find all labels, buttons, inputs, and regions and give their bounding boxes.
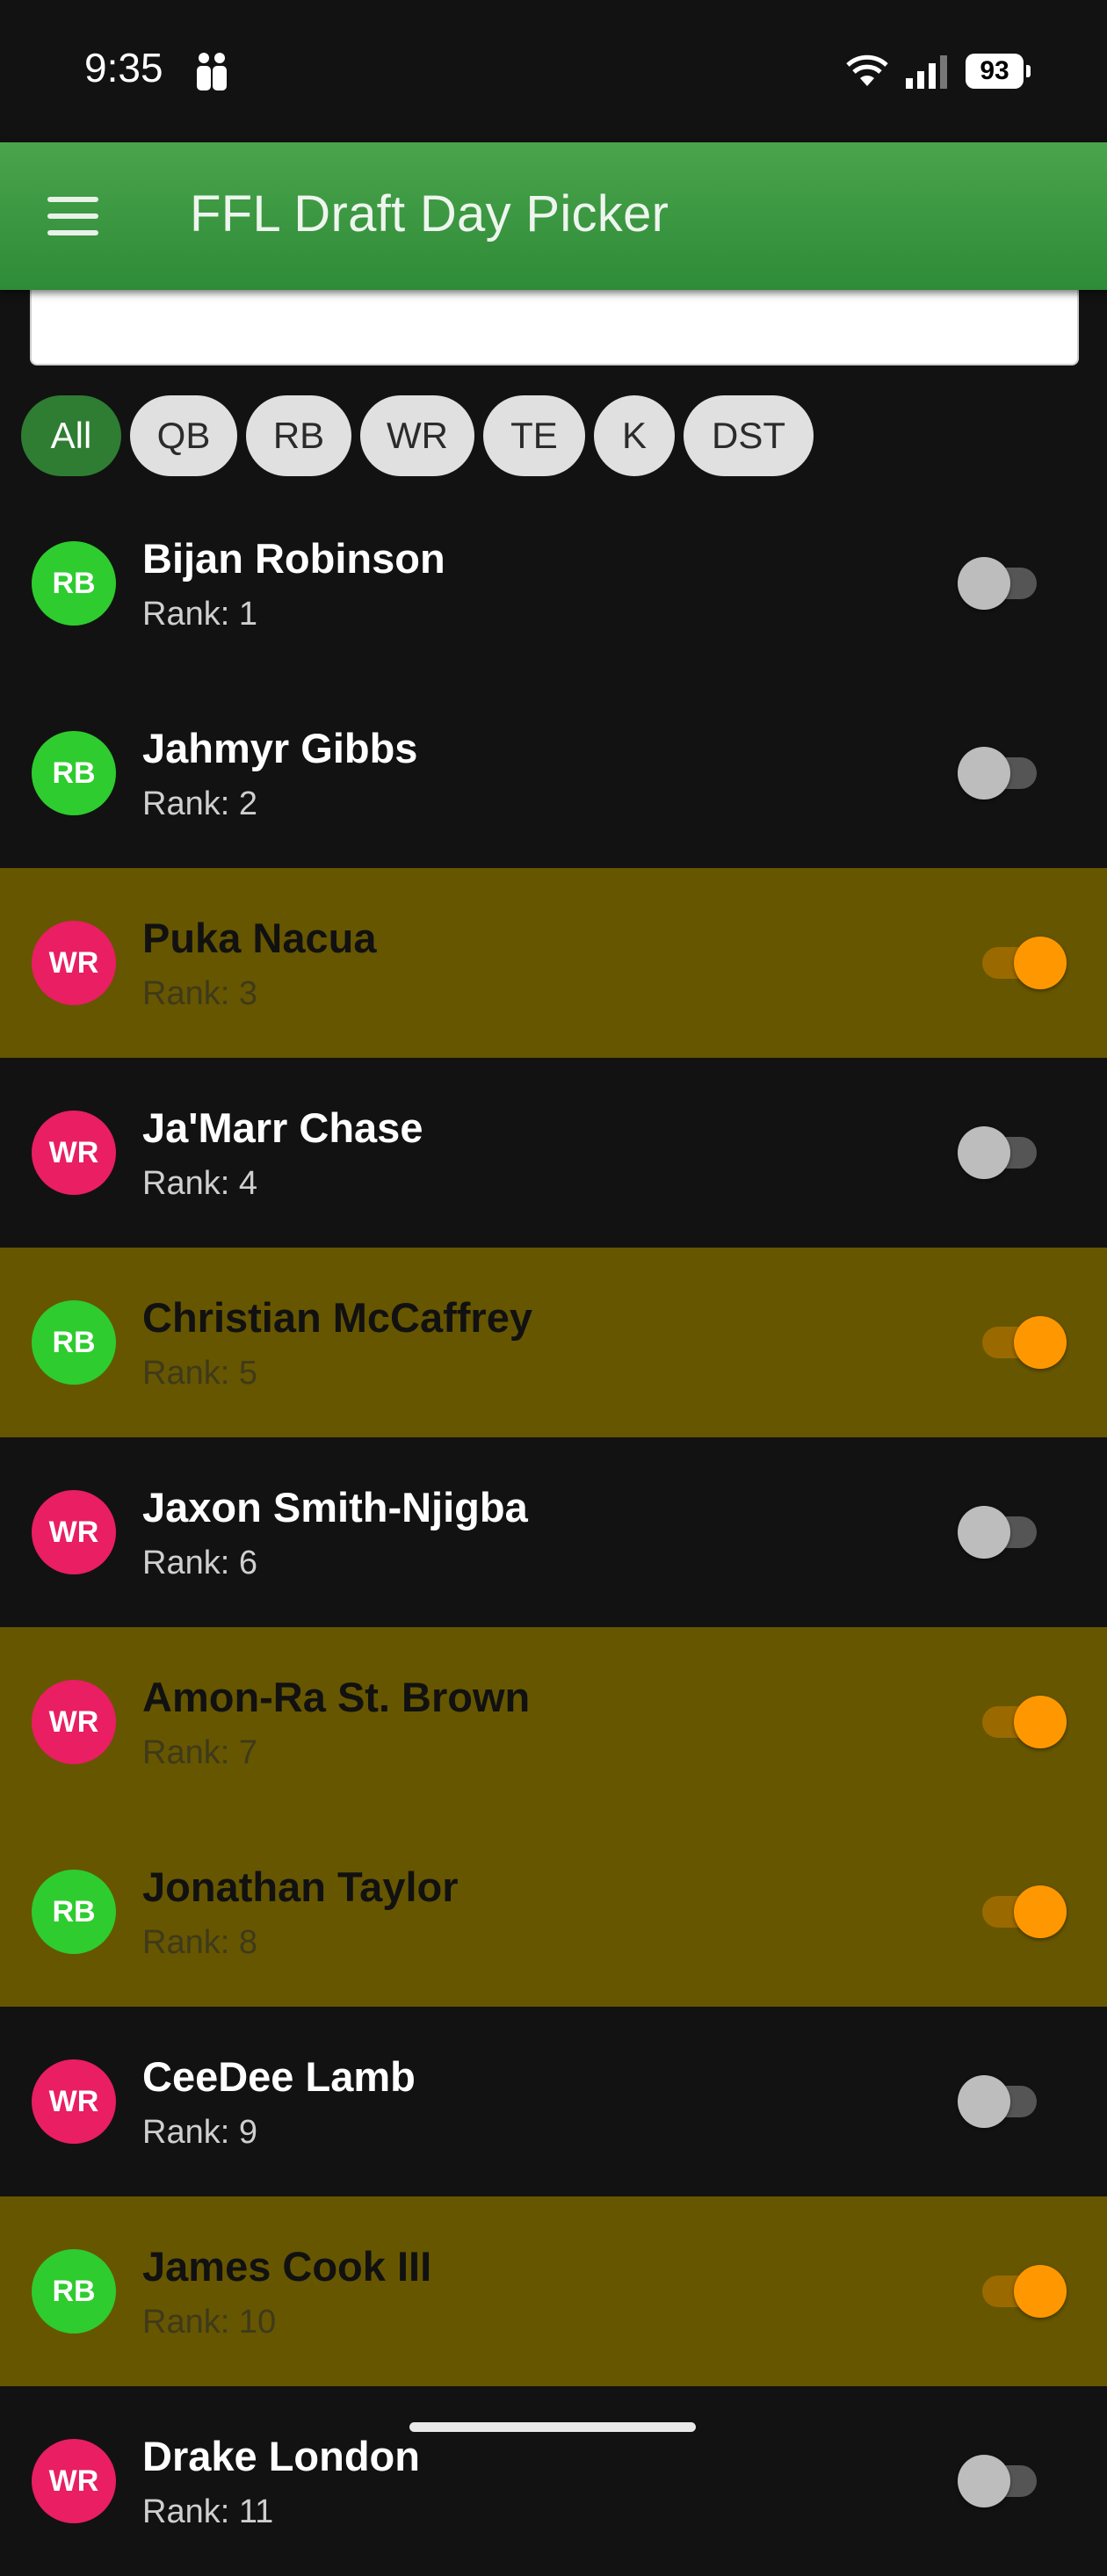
player-name: CeeDee Lamb [142,2053,416,2100]
player-name: Drake London [142,2433,420,2479]
player-row[interactable]: WR Ja'Marr Chase Rank: 4 [0,1058,1107,1248]
player-name: Amon-Ra St. Brown [142,1674,531,1720]
filter-chip-te[interactable]: TE [483,395,585,476]
player-row[interactable]: RB James Cook III Rank: 10 [0,2196,1107,2386]
filter-chip-dst[interactable]: DST [684,395,814,476]
player-rank: Rank: 1 [142,596,257,633]
wifi-icon [846,54,888,86]
drafted-toggle[interactable] [958,1506,1046,1559]
player-name: Ja'Marr Chase [142,1104,423,1151]
player-rank: Rank: 10 [142,2304,277,2341]
player-row[interactable]: WR CeeDee Lamb Rank: 9 [0,2007,1107,2196]
player-name: Christian McCaffrey [142,1294,532,1341]
drafted-toggle[interactable] [958,747,1046,800]
position-badge: WR [32,2059,116,2144]
player-name: Jahmyr Gibbs [142,725,418,771]
signal-icon [906,55,947,89]
position-badge: RB [32,1300,116,1385]
player-name: Jaxon Smith-Njigba [142,1484,528,1530]
status-icons: 93 [846,49,1031,93]
app-title: FFL Draft Day Picker [190,185,669,242]
player-rank: Rank: 3 [142,975,257,1012]
filter-chip-k[interactable]: K [594,395,675,476]
position-badge: WR [32,1680,116,1764]
position-badge: RB [32,541,116,626]
filter-chip-rb[interactable]: RB [246,395,351,476]
player-row[interactable]: WR Drake London Rank: 11 [0,2386,1107,2576]
player-name: Jonathan Taylor [142,1863,459,1910]
player-row[interactable]: RB Bijan Robinson Rank: 1 [0,488,1107,678]
player-rank: Rank: 6 [142,1545,257,1581]
status-time: 9:35 [84,45,163,90]
player-name: James Cook III [142,2243,432,2290]
battery-icon: 93 [966,54,1031,89]
position-badge: WR [32,921,116,1005]
player-row[interactable]: RB Christian McCaffrey Rank: 5 [0,1248,1107,1437]
player-rank: Rank: 8 [142,1924,257,1961]
player-row[interactable]: WR Puka Nacua Rank: 3 [0,868,1107,1058]
drafted-toggle[interactable] [958,2075,1046,2128]
player-rank: Rank: 9 [142,2114,257,2151]
player-rank: Rank: 5 [142,1355,257,1392]
drafted-toggle[interactable] [958,1316,1067,1369]
position-badge: WR [32,2439,116,2523]
position-badge: RB [32,731,116,815]
app-bar: FFL Draft Day Picker [0,142,1107,290]
player-rank: Rank: 11 [142,2493,274,2530]
drafted-toggle[interactable] [958,2455,1046,2507]
drafted-toggle[interactable] [958,557,1046,610]
player-row[interactable]: RB Jahmyr Gibbs Rank: 2 [0,678,1107,868]
drafted-toggle[interactable] [958,1696,1067,1748]
drafted-toggle[interactable] [958,2265,1067,2318]
player-row[interactable]: RB Jonathan Taylor Rank: 8 [0,1817,1107,2007]
accessibility-person-icon [197,53,227,90]
player-row[interactable]: WR Jaxon Smith-Njigba Rank: 6 [0,1437,1107,1627]
status-bar: 9:35 93 [0,0,1107,142]
search-input[interactable] [30,290,1079,365]
player-name: Bijan Robinson [142,535,445,582]
drafted-toggle[interactable] [958,937,1067,989]
home-indicator[interactable] [409,2422,696,2432]
filter-chip-qb[interactable]: QB [130,395,237,476]
player-row[interactable]: WR Amon-Ra St. Brown Rank: 7 [0,1627,1107,1817]
player-rank: Rank: 7 [142,1734,257,1771]
player-name: Puka Nacua [142,915,377,961]
player-list: RB Bijan Robinson Rank: 1 RB Jahmyr Gibb… [0,488,1107,2576]
drafted-toggle[interactable] [958,1885,1067,1938]
position-filter-chips: All QB RB WR TE K DST [21,395,814,476]
player-rank: Rank: 4 [142,1165,257,1202]
hamburger-menu-icon[interactable] [47,197,98,235]
position-badge: RB [32,2249,116,2334]
battery-level: 93 [980,56,1009,85]
position-badge: WR [32,1490,116,1574]
position-badge: WR [32,1111,116,1195]
filter-chip-all[interactable]: All [21,395,121,476]
player-rank: Rank: 2 [142,785,257,822]
drafted-toggle[interactable] [958,1126,1046,1179]
filter-chip-wr[interactable]: WR [360,395,474,476]
position-badge: RB [32,1870,116,1954]
